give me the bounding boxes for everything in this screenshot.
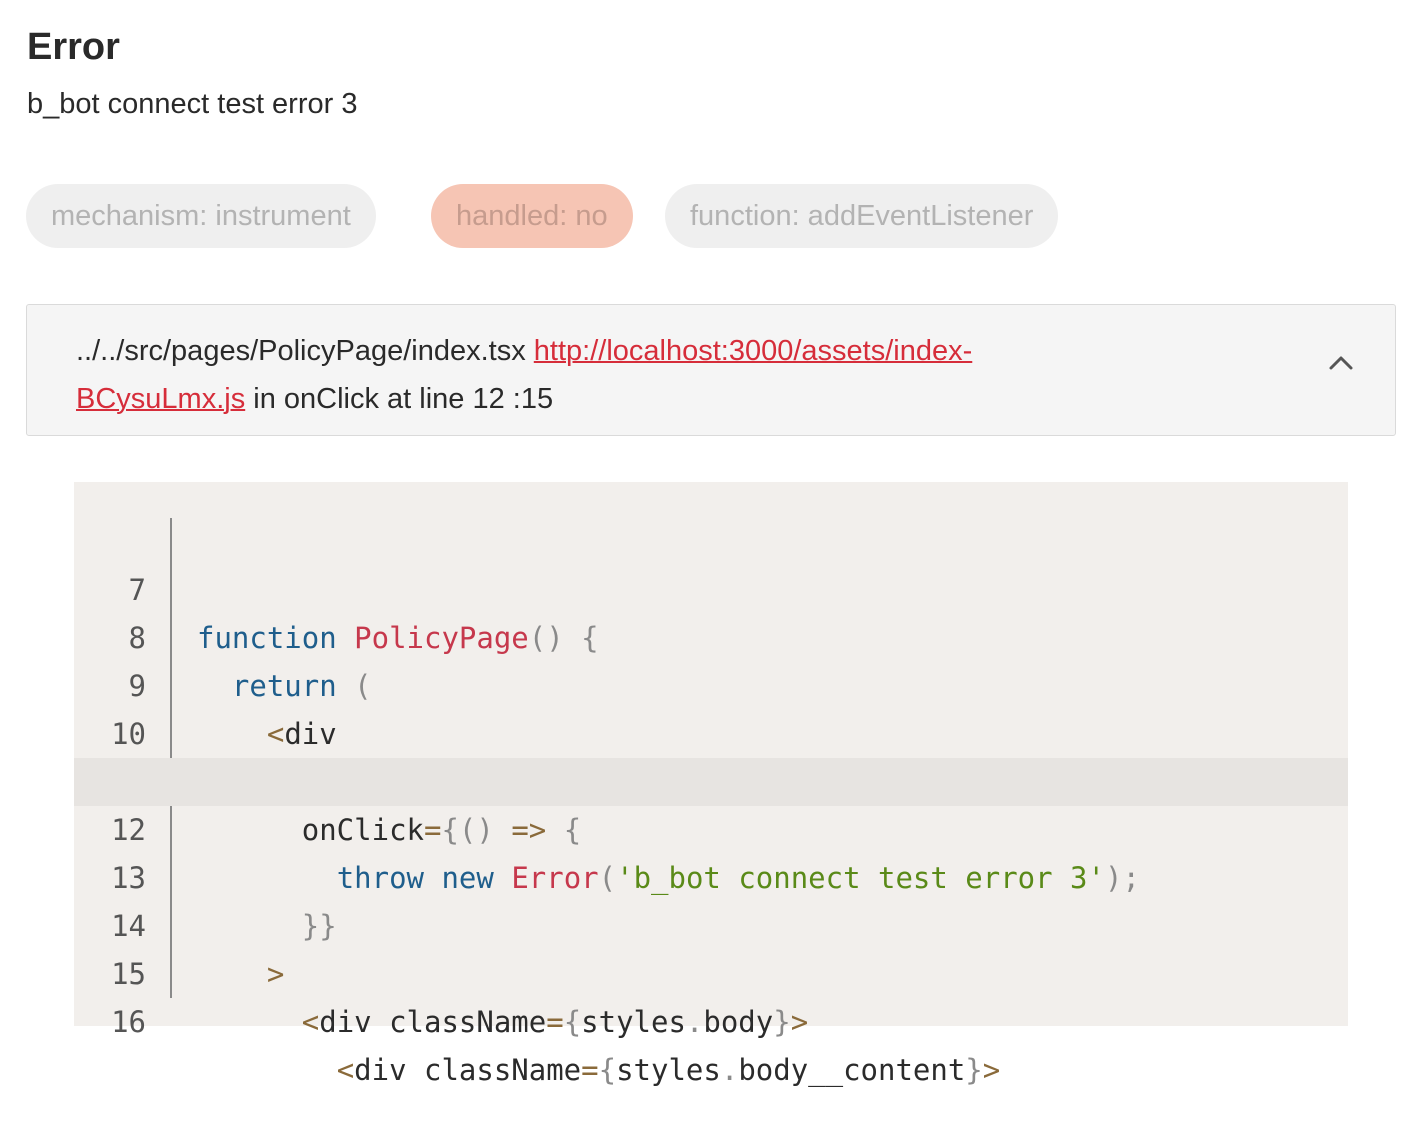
stack-frame-header[interactable]: ../../src/pages/PolicyPage/index.tsx htt… [26, 304, 1396, 436]
error-title: Error [27, 26, 120, 68]
code-line: 8 return ( [74, 566, 1348, 703]
line-source: <div className={styles.body__content}> [336, 1053, 1001, 1087]
code-line-active: 12 throw new Error('b_bot connect test e… [74, 758, 1348, 895]
tag-handled[interactable]: handled: no [431, 184, 633, 248]
frame-path: ../../src/pages/PolicyPage/index.tsx [76, 335, 526, 367]
stack-frame-text: ../../src/pages/PolicyPage/index.tsx htt… [76, 327, 1196, 423]
chevron-up-icon[interactable] [1327, 349, 1355, 377]
code-line: 9 <div [74, 614, 1348, 751]
line-number: 16 [111, 1005, 146, 1039]
code-context: 7 function PolicyPage() { 8 return ( 9 <… [74, 482, 1348, 1087]
code-line: 11 onClick={() => { [74, 710, 1348, 847]
code-line: 16 <div className={styles.body__content}… [74, 950, 1348, 1087]
code-line: 14 > [74, 854, 1348, 991]
error-message: b_bot connect test error 3 [27, 88, 358, 120]
tag-mechanism[interactable]: mechanism: instrument [26, 184, 376, 248]
code-line: 7 function PolicyPage() { [74, 518, 1348, 655]
code-line: 13 }} [74, 806, 1348, 943]
tag-function[interactable]: function: addEventListener [665, 184, 1059, 248]
code-line: 15 <div className={styles.body}> [74, 902, 1348, 1039]
code-line: 10 className={styles.container} [74, 662, 1348, 799]
line-source: <div className={styles.body}> [301, 1005, 809, 1039]
frame-location: in onClick at line 12 :15 [253, 383, 554, 415]
